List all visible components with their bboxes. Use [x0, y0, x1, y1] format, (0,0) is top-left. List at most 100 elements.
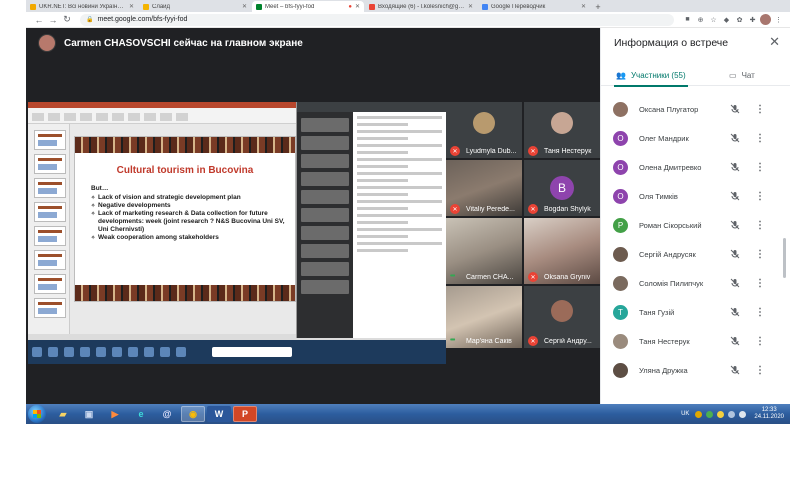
ribbon-button-icon: [112, 113, 124, 121]
tray-app-icon[interactable]: [717, 410, 725, 418]
star-icon[interactable]: ☆: [708, 14, 719, 25]
settings-icon[interactable]: ✿: [734, 14, 745, 25]
keyboard-language[interactable]: UK: [681, 411, 689, 417]
avatar: [613, 246, 628, 262]
slide-thumbnails: [28, 124, 70, 338]
forward-arrow-icon[interactable]: →: [46, 13, 60, 27]
shared-taskbar-icon: [96, 347, 106, 357]
tab-close-icon[interactable]: ✕: [355, 3, 360, 10]
app-swirl-icon[interactable]: @: [155, 406, 179, 422]
mic-off-icon: [730, 133, 740, 143]
more-options-icon[interactable]: ⋮: [755, 249, 765, 260]
ribbon-button-icon: [96, 113, 108, 121]
ribbon-button-icon: [32, 113, 44, 121]
participant-video-tile[interactable]: ••• Carmen CHA...: [446, 218, 522, 284]
puzzle-icon[interactable]: ✚: [747, 14, 758, 25]
participant-tile[interactable]: B ✕ Bogdan Shylyk: [524, 160, 600, 216]
ribbon-button-icon: [128, 113, 140, 121]
avatar: [613, 275, 628, 291]
participant-row[interactable]: Р Роман Сікорський ⋮: [601, 214, 790, 236]
system-clock[interactable]: 12:33 24.11.2020: [754, 407, 784, 421]
mini-tile: [301, 244, 349, 258]
camera-icon[interactable]: ■: [682, 14, 693, 25]
more-options-icon[interactable]: ⋮: [755, 220, 765, 231]
presenter-avatar: [38, 34, 56, 52]
media-player-icon[interactable]: ▶: [103, 406, 127, 422]
new-tab-icon[interactable]: +: [591, 1, 605, 12]
slide-thumbnail: [34, 274, 66, 294]
more-options-icon[interactable]: ⋮: [755, 191, 765, 202]
text-line: [357, 193, 408, 196]
tab-close-icon[interactable]: ✕: [581, 3, 586, 10]
participant-tile[interactable]: ✕ Таня Нестерук: [524, 102, 600, 158]
close-icon[interactable]: ✕: [769, 34, 780, 50]
participant-video-tile[interactable]: ✕ Oksana Gryniv: [524, 218, 600, 284]
mini-tile: [301, 118, 349, 132]
participant-row[interactable]: Уляна Дружка ⋮: [601, 359, 790, 381]
clock-date: 24.11.2020: [754, 414, 784, 420]
explorer-icon[interactable]: ▰: [51, 406, 75, 422]
participant-row[interactable]: О Оля Тимків ⋮: [601, 185, 790, 207]
tray-app-icon[interactable]: [695, 410, 703, 418]
browser-tab[interactable]: UKR.NET: Всі новини України, ... ✕: [26, 1, 138, 12]
tab-people[interactable]: 👥 Участники (55): [614, 64, 688, 87]
participant-row[interactable]: Т Таня Гузій ⋮: [601, 301, 790, 323]
more-options-icon[interactable]: ⋮: [755, 278, 765, 289]
participant-row[interactable]: Сергій Андрусяк ⋮: [601, 243, 790, 265]
start-button-icon[interactable]: [28, 405, 46, 423]
more-options-icon[interactable]: ⋮: [755, 104, 765, 115]
powerpoint-icon[interactable]: P: [233, 406, 257, 422]
menu-kebab-icon[interactable]: ⋮: [773, 14, 784, 25]
participant-row[interactable]: Таня Нестерук ⋮: [601, 330, 790, 352]
meet-stage: Carmen CHASOVSCHI сейчас на главном экра…: [26, 28, 600, 404]
tab-close-icon[interactable]: ✕: [242, 3, 247, 10]
mic-off-icon: [730, 249, 740, 259]
more-options-icon[interactable]: ⋮: [755, 365, 765, 376]
edge-icon[interactable]: e: [129, 406, 153, 422]
tab-close-icon[interactable]: ✕: [468, 3, 473, 10]
network-icon[interactable]: [728, 410, 736, 418]
browser-tab[interactable]: Слайд ✕: [139, 1, 251, 12]
slide-ornament: [75, 285, 295, 301]
participant-tile[interactable]: ✕ Lyudmyla Dub...: [446, 102, 522, 158]
avatar: Т: [613, 304, 628, 320]
participant-row[interactable]: Соломія Пилипчук ⋮: [601, 272, 790, 294]
tab-chat[interactable]: ▭ Чат: [729, 64, 755, 86]
participant-tile[interactable]: ✕ Сергій Андру...: [524, 286, 600, 348]
text-line: [357, 172, 442, 175]
more-options-icon[interactable]: ⋮: [755, 133, 765, 144]
profile-avatar[interactable]: [760, 14, 771, 25]
participant-video-tile[interactable]: ••• Мар'яна Саків: [446, 286, 522, 348]
mic-off-icon: [730, 365, 740, 375]
text-line: [357, 137, 408, 140]
slide-bullet: Weak cooperation among stakeholders: [91, 234, 285, 242]
mic-off-icon: [730, 278, 740, 288]
participant-video-tile[interactable]: ✕ Vitaliy Perede...: [446, 160, 522, 216]
save-disk-icon[interactable]: ▣: [77, 406, 101, 422]
volume-icon[interactable]: [739, 410, 747, 418]
participant-row[interactable]: О Олег Мандрик ⋮: [601, 127, 790, 149]
participant-row[interactable]: Оксана Плугатор ⋮: [601, 98, 790, 120]
chrome-icon[interactable]: ◉: [181, 406, 205, 422]
slides-favicon-icon: [143, 3, 149, 10]
tray-app-icon[interactable]: [706, 410, 714, 418]
browser-tab[interactable]: Входящие (6) - l.kolesnich@gm... ✕: [365, 1, 477, 12]
more-options-icon[interactable]: ⋮: [755, 307, 765, 318]
panel-scrollbar[interactable]: [783, 238, 786, 278]
browser-tab-active[interactable]: Meet – bfs-fyyi-fod ● ✕: [252, 1, 364, 12]
ukrnet-favicon-icon: [30, 3, 36, 10]
more-options-icon[interactable]: ⋮: [755, 336, 765, 347]
browser-tab[interactable]: Google Переводчик ✕: [478, 1, 590, 12]
zoom-icon[interactable]: ⊕: [695, 14, 706, 25]
word-icon[interactable]: W: [207, 406, 231, 422]
url-field[interactable]: 🔒 meet.google.com/bfs-fyyi-fod: [80, 13, 674, 26]
avatar: [613, 362, 628, 378]
more-options-icon[interactable]: ⋮: [755, 162, 765, 173]
participant-row[interactable]: О Олена Дмитревко ⋮: [601, 156, 790, 178]
mic-off-icon: [730, 220, 740, 230]
tab-close-icon[interactable]: ✕: [129, 3, 134, 10]
back-arrow-icon[interactable]: ←: [32, 13, 46, 27]
extension-icon[interactable]: ◆: [721, 14, 732, 25]
text-line: [357, 214, 442, 217]
reload-icon[interactable]: ↻: [60, 13, 74, 27]
